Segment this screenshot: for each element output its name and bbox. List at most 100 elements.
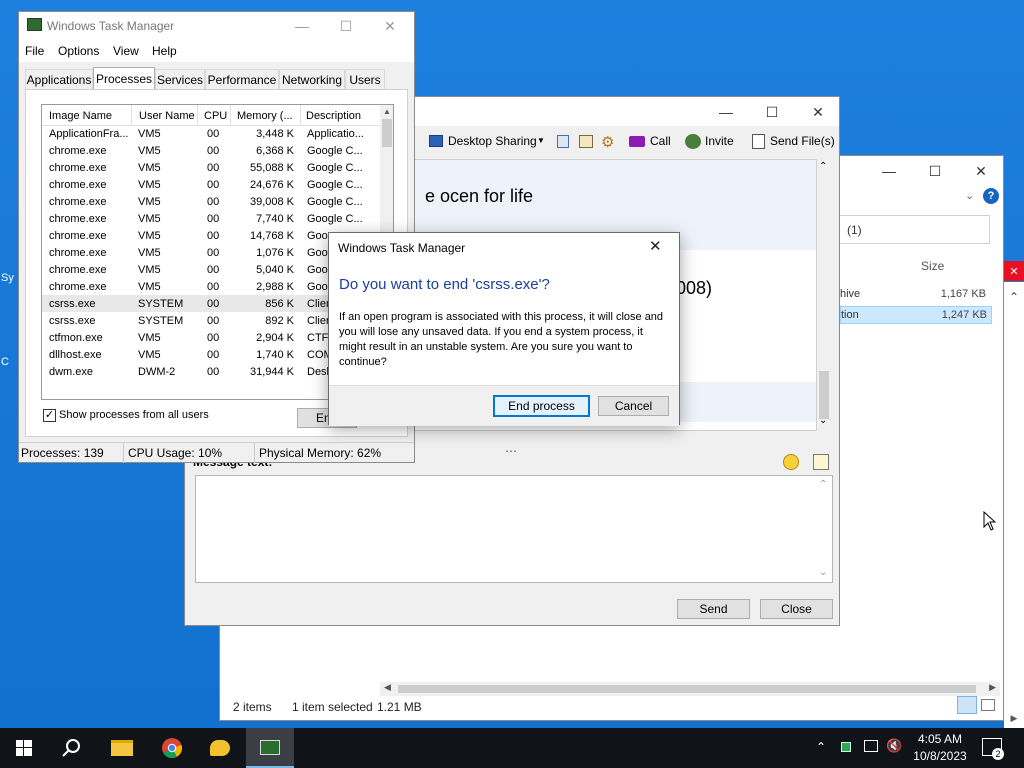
table-row[interactable]: chrome.exe VM5 00 6,368 K Google C... <box>42 142 380 159</box>
end-process-confirm-button[interactable]: End process <box>493 395 590 417</box>
taskbar-file-explorer[interactable] <box>98 728 146 768</box>
scroll-up-icon[interactable]: ⌃ <box>819 161 827 172</box>
column-memory[interactable]: Memory (... <box>237 110 293 122</box>
emoji-icon[interactable] <box>783 454 799 470</box>
taskbar-messenger[interactable] <box>196 728 244 768</box>
close-icon[interactable]: ✕ <box>795 97 841 127</box>
scroll-up-icon[interactable]: ⌃ <box>819 479 827 490</box>
column-cpu[interactable]: CPU <box>204 110 227 122</box>
tab-users[interactable]: Users <box>345 69 385 89</box>
menu-help[interactable]: Help <box>152 44 177 58</box>
table-cell: VM5 <box>138 161 161 174</box>
invite-button[interactable]: Invite <box>705 134 734 148</box>
clock[interactable]: 4:05 AM 10/8/2023 <box>908 731 972 765</box>
table-row[interactable]: chrome.exe VM5 00 24,676 K Google C... <box>42 176 380 193</box>
column-image-name[interactable]: Image Name <box>49 110 112 122</box>
table-row[interactable]: chrome.exe VM5 00 39,008 K Google C... <box>42 193 380 210</box>
scroll-down-icon[interactable]: ⌄ <box>819 415 827 426</box>
start-button[interactable] <box>0 728 48 768</box>
search-icon <box>62 739 80 757</box>
help-icon[interactable]: ? <box>983 188 999 204</box>
search-input[interactable]: (1) <box>838 215 990 244</box>
column-description[interactable]: Description <box>306 110 361 122</box>
end-process-dialog[interactable]: Windows Task Manager ✕ Do you want to en… <box>328 232 680 426</box>
scrollbar-thumb[interactable] <box>819 371 829 419</box>
video-call-icon[interactable] <box>629 136 645 147</box>
taskbar-task-manager[interactable] <box>246 728 294 768</box>
scroll-up-icon[interactable]: ▲ <box>383 107 391 116</box>
scroll-down-icon[interactable]: ⌄ <box>819 567 827 578</box>
show-all-checkbox[interactable]: ✓ <box>43 409 56 422</box>
desktop-sharing-button[interactable]: Desktop Sharing <box>448 134 537 148</box>
tab-networking[interactable]: Networking <box>279 69 345 89</box>
size-column-header[interactable]: Size <box>921 259 944 273</box>
chevron-down-icon[interactable]: ▼ <box>537 136 545 145</box>
menu-file[interactable]: File <box>25 44 44 58</box>
table-cell: VM5 <box>138 178 161 191</box>
tab-services[interactable]: Services <box>155 69 205 89</box>
close-button[interactable]: Close <box>760 599 833 619</box>
maximize-icon[interactable]: ☐ <box>912 156 958 186</box>
cancel-button[interactable]: Cancel <box>598 396 669 416</box>
invite-icon[interactable] <box>685 134 701 149</box>
tray-app-icon[interactable] <box>841 742 851 752</box>
tab-performance[interactable]: Performance <box>205 69 279 89</box>
chevron-up-icon[interactable]: ⌃ <box>816 740 826 754</box>
table-cell: 892 K <box>265 314 294 327</box>
minimize-icon[interactable]: — <box>279 12 325 40</box>
notes-icon[interactable] <box>557 135 569 148</box>
menu-options[interactable]: Options <box>58 44 99 58</box>
show-all-label[interactable]: Show processes from all users <box>59 409 209 421</box>
splitter-handle[interactable]: ⋯ <box>505 444 517 458</box>
send-button[interactable]: Send <box>677 599 750 619</box>
desktop-icon-label[interactable]: Sy <box>1 272 14 284</box>
send-file-icon[interactable] <box>752 134 765 149</box>
settings-icon[interactable]: ⚙ <box>601 133 614 151</box>
search-button[interactable] <box>48 728 96 768</box>
large-icons-view-icon[interactable] <box>981 699 995 711</box>
table-cell: 24,676 K <box>249 178 294 191</box>
scroll-right-icon[interactable]: ▶ <box>989 682 996 693</box>
chevron-up-icon[interactable]: ⌃ <box>1004 282 1024 312</box>
table-row[interactable]: chrome.exe VM5 00 55,088 K Google C... <box>42 159 380 176</box>
chevron-down-icon[interactable]: ⌄ <box>965 189 974 202</box>
table-cell: chrome.exe <box>49 280 107 293</box>
call-button[interactable]: Call <box>650 134 671 148</box>
close-icon[interactable]: ✕ <box>649 237 662 255</box>
maximize-icon[interactable]: ☐ <box>749 97 795 127</box>
desktop-icon-label[interactable]: C <box>1 356 9 368</box>
table-cell: dwm.exe <box>49 365 94 378</box>
file-row-selected[interactable]: tion 1,247 KB <box>840 306 992 324</box>
file-row[interactable]: hive 1,167 KB <box>840 286 990 304</box>
close-icon[interactable]: ✕ <box>367 12 413 40</box>
format-icon[interactable] <box>813 454 829 470</box>
table-cell: chrome.exe <box>49 246 107 259</box>
table-row[interactable]: ApplicationFra... VM5 00 3,448 K Applicatio.… <box>42 125 380 142</box>
scroll-right-icon[interactable]: ▶ <box>1004 708 1024 728</box>
minimize-icon[interactable]: — <box>703 97 749 127</box>
contacts-icon[interactable] <box>579 135 593 148</box>
table-cell: 00 <box>197 295 230 312</box>
column-divider <box>300 105 301 125</box>
close-icon[interactable]: ✕ <box>1004 261 1024 281</box>
scroll-left-icon[interactable]: ◀ <box>384 682 391 693</box>
tab-applications[interactable]: Applications <box>25 69 93 89</box>
vertical-scrollbar[interactable]: ⌃ ⌄ <box>817 161 831 429</box>
volume-muted-icon[interactable]: 🔇 <box>886 738 902 754</box>
message-input[interactable] <box>195 475 833 583</box>
network-icon[interactable] <box>864 740 878 752</box>
table-row[interactable]: chrome.exe VM5 00 7,740 K Google C... <box>42 210 380 227</box>
details-view-icon[interactable] <box>957 696 977 714</box>
scrollbar-thumb[interactable] <box>398 685 976 693</box>
close-icon[interactable]: ✕ <box>958 156 1004 186</box>
send-files-button[interactable]: Send File(s) <box>770 134 835 148</box>
selection-size: 1.21 MB <box>377 700 422 714</box>
minimize-icon[interactable]: — <box>866 156 912 186</box>
scrollbar-thumb[interactable] <box>382 119 392 147</box>
tab-processes[interactable]: Processes <box>93 67 155 90</box>
column-user-name[interactable]: User Name <box>139 110 195 122</box>
taskbar-chrome[interactable] <box>148 728 196 768</box>
maximize-icon[interactable]: ☐ <box>323 12 369 40</box>
table-cell: 00 <box>207 280 220 293</box>
menu-view[interactable]: View <box>113 44 139 58</box>
